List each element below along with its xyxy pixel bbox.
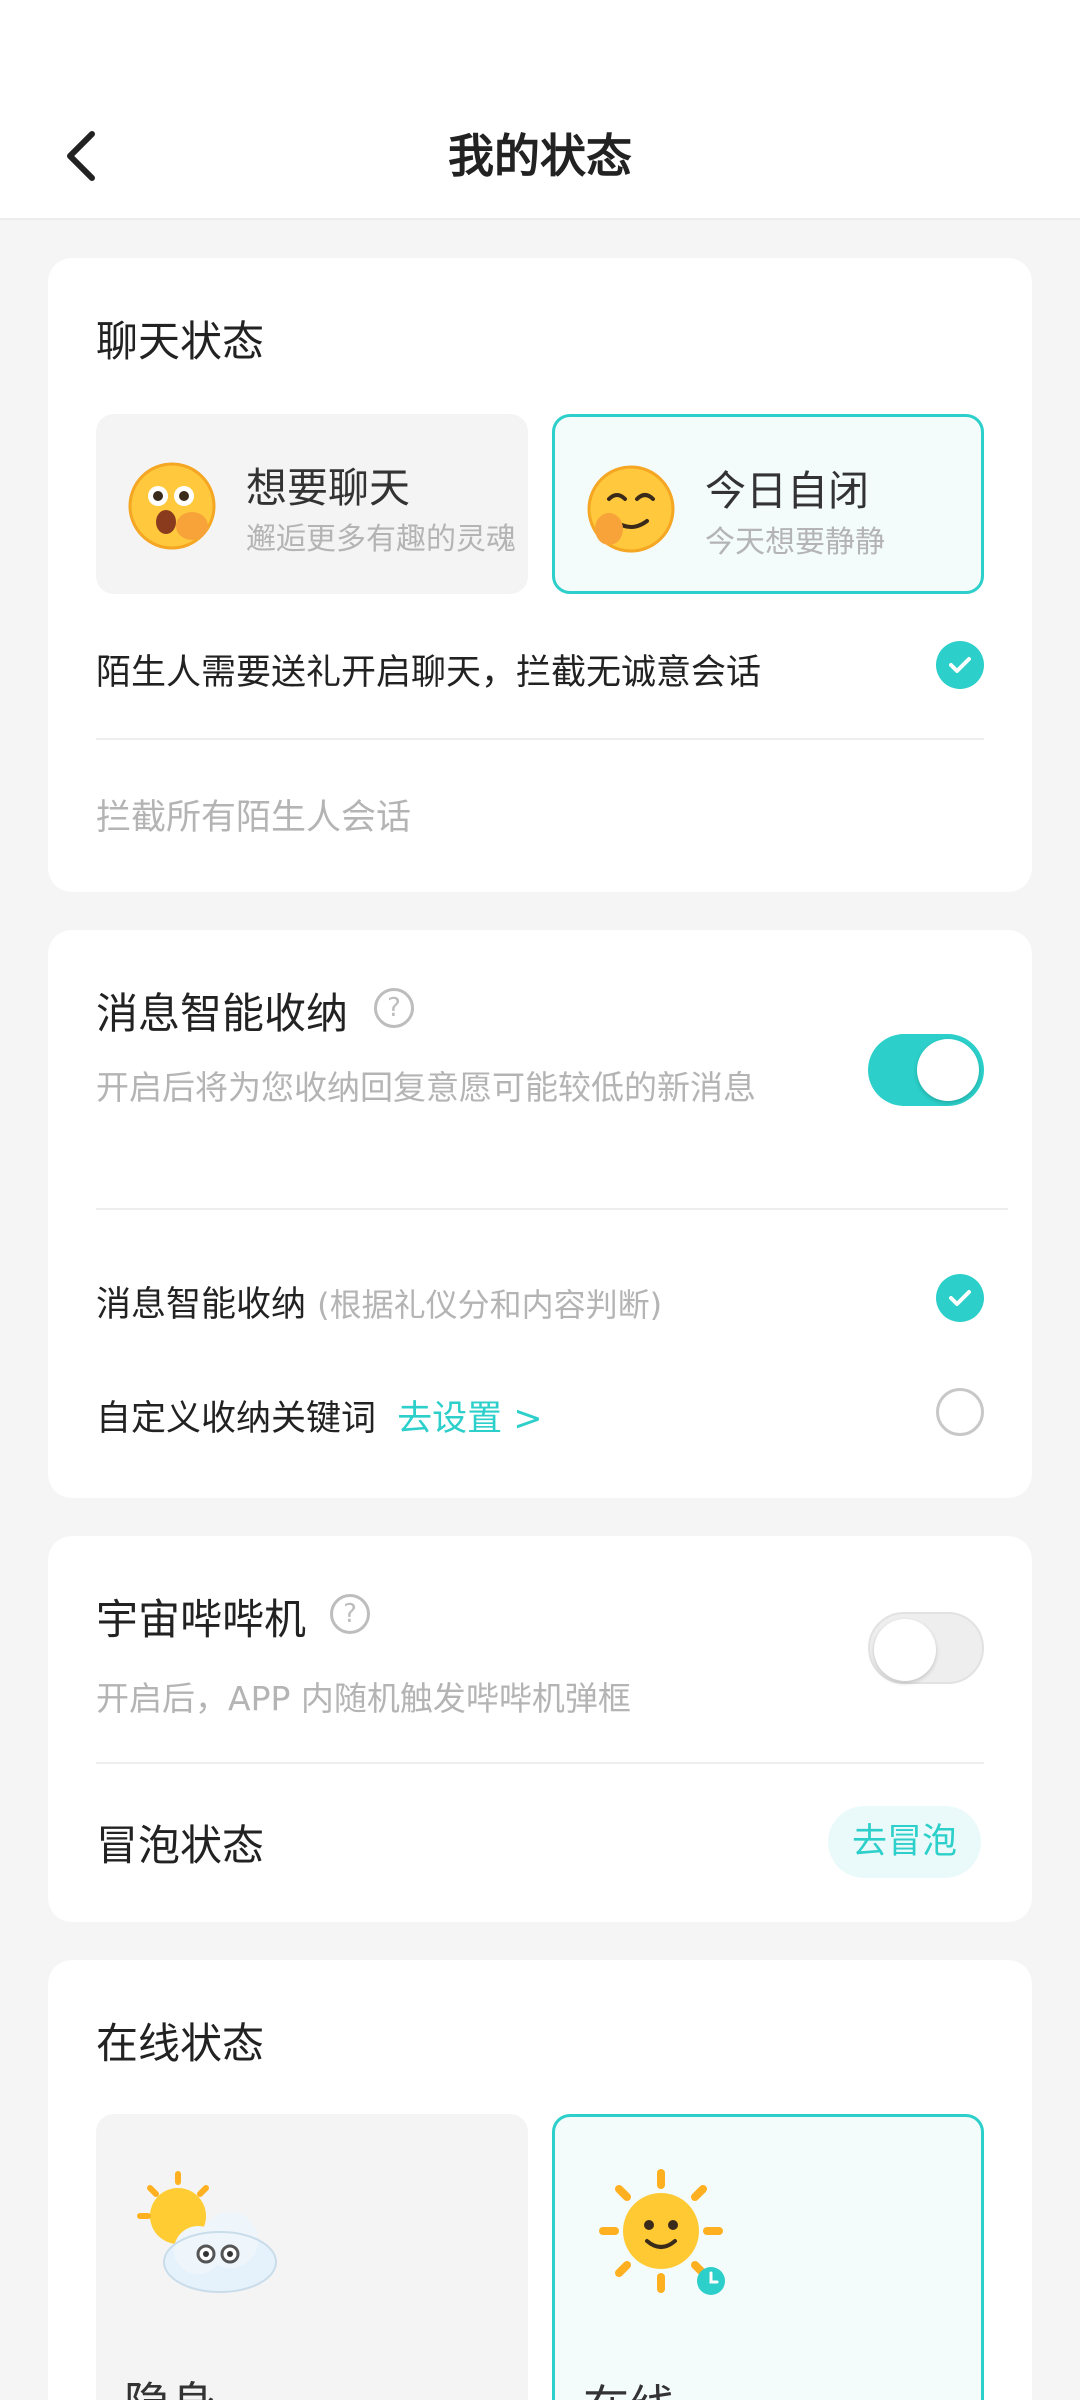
sun-behind-cloud-icon — [137, 2171, 277, 2293]
beep-machine-toggle[interactable] — [868, 1612, 984, 1684]
online-option-invisible[interactable]: 隐身 — [96, 2114, 528, 2400]
custom-keywords-item[interactable]: 自定义收纳关键词 去设置 > — [96, 1390, 543, 1441]
bubble-status-title: 冒泡状态 — [96, 1821, 265, 1870]
beep-machine-card: 宇宙哔哔机 ? 开启后，APP 内随机触发哔哔机弹框 冒泡状态 去冒泡 — [48, 1536, 1032, 1922]
excited-face-icon — [128, 462, 216, 550]
divider — [96, 1762, 984, 1764]
online-option-title: 在线 — [583, 2371, 675, 2400]
chat-status-card: 聊天状态 想要聊天 邂逅更多有趣的灵魂 今日自闭 今天想要静静 陌生人需要送礼开… — [48, 258, 1032, 892]
chat-option-title: 今日自闭 — [705, 467, 869, 515]
check-icon — [949, 657, 971, 673]
smart-storage-item[interactable]: 消息智能收纳 (根据礼仪分和内容判断) — [96, 1276, 662, 1327]
chat-option-subtitle: 邂逅更多有趣的灵魂 — [246, 522, 516, 557]
beep-machine-description: 开启后，APP 内随机触发哔哔机弹框 — [96, 1679, 631, 1718]
toggle-knob — [917, 1039, 979, 1101]
online-status-card: 在线状态 隐身 — [48, 1960, 1032, 2400]
page-title: 我的状态 — [448, 129, 632, 183]
question-icon[interactable]: ? — [374, 988, 414, 1028]
online-option-online[interactable]: 在线 — [552, 2114, 984, 2400]
waving-face-icon — [587, 465, 675, 553]
smart-storage-title: 消息智能收纳 — [96, 989, 349, 1038]
smart-storage-description: 开启后将为您收纳回复意愿可能较低的新消息 — [96, 1068, 756, 1107]
toggle-knob — [874, 1619, 936, 1681]
chat-option-title: 想要聊天 — [246, 464, 410, 512]
go-bubble-button[interactable]: 去冒泡 — [828, 1806, 982, 1878]
smart-storage-item-hint: (根据礼仪分和内容判断) — [317, 1286, 663, 1324]
block-all-strangers-option[interactable]: 拦截所有陌生人会话 — [96, 789, 411, 840]
question-icon[interactable]: ? — [330, 1594, 370, 1634]
sun-face-icon — [599, 2169, 725, 2295]
gift-required-option[interactable]: 陌生人需要送礼开启聊天，拦截无诚意会话 — [96, 644, 761, 695]
divider — [96, 1208, 1008, 1210]
divider — [96, 738, 984, 740]
beep-machine-title: 宇宙哔哔机 — [96, 1595, 307, 1644]
smart-storage-check[interactable] — [936, 1274, 984, 1322]
chat-status-title: 聊天状态 — [96, 317, 265, 366]
online-status-title: 在线状态 — [96, 2019, 265, 2068]
custom-keywords-label: 自定义收纳关键词 — [96, 1399, 377, 1439]
check-icon — [949, 1290, 971, 1306]
status-bar — [0, 0, 1080, 92]
custom-keywords-link[interactable]: 去设置 > — [397, 1399, 542, 1439]
smart-storage-card: 消息智能收纳 ? 开启后将为您收纳回复意愿可能较低的新消息 消息智能收纳 (根据… — [48, 930, 1032, 1498]
smart-storage-item-label: 消息智能收纳 — [96, 1285, 307, 1325]
gift-required-check[interactable] — [936, 641, 984, 689]
custom-keywords-radio[interactable] — [936, 1388, 984, 1436]
chat-option-alone-today[interactable]: 今日自闭 今天想要静静 — [552, 414, 984, 594]
chat-option-want-chat[interactable]: 想要聊天 邂逅更多有趣的灵魂 — [96, 414, 528, 594]
nav-bar: 我的状态 — [0, 92, 1080, 220]
chat-option-subtitle: 今天想要静静 — [705, 525, 885, 560]
online-option-title: 隐身 — [124, 2368, 216, 2400]
smart-storage-toggle[interactable] — [868, 1034, 984, 1106]
